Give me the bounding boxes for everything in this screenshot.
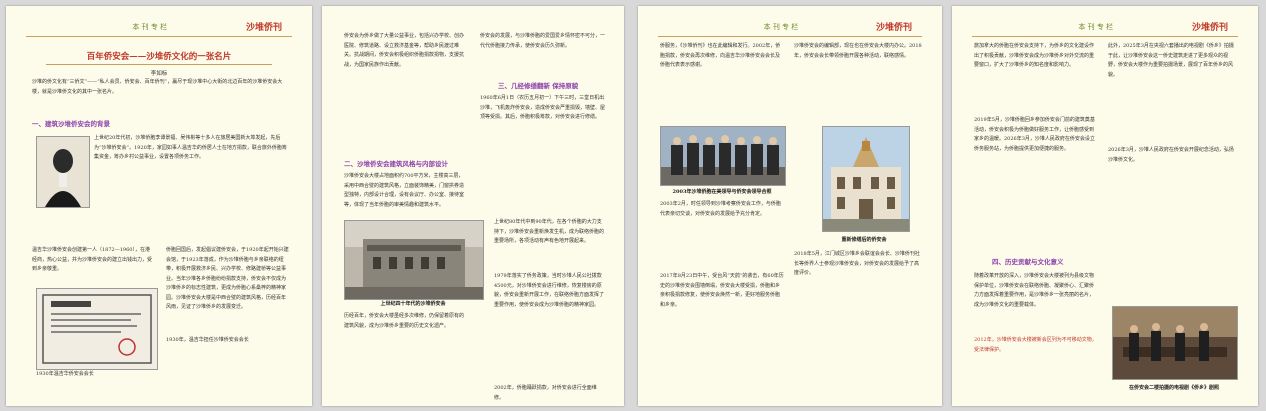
- drama-still-caption: 在侨安会二楼拍摄的电视剧《侨乡》剧照: [1128, 385, 1219, 391]
- p3-text-1: 侨服务，《沙堆侨刊》也在此编辑和发行。2002年，侨胞捐款，侨安会再次维修，向温…: [660, 43, 781, 68]
- journal-name: 沙堆侨刊: [1191, 23, 1228, 33]
- journal-name: 沙堆侨刊: [245, 23, 282, 33]
- new-building-image: [823, 127, 909, 231]
- caption-text: 1930年，温吉华担任沙堆侨安会会长: [166, 337, 249, 343]
- title-divider: [46, 64, 272, 65]
- p2-text-7: 1979年落实了侨务政策，当时沙堆人民公社拨款4500元，对沙堆侨安会进行维修，…: [494, 273, 605, 308]
- drama-still-image: [1113, 307, 1237, 379]
- portrait-image: [37, 137, 89, 207]
- page-1: 本 刊 专 栏 沙堆侨刊 百年侨安会——沙堆侨文化的一张名片 李如标 沙堆的侨文…: [6, 6, 312, 406]
- p2-text-5: 1960年6月1日（农历五月初一）下午三时，三堂日机出沙堆，飞机轰炸侨安会，造成…: [480, 95, 606, 120]
- building-photo-old: [344, 220, 484, 300]
- p4-text-3: 随着改革开放的深入，沙堆侨安会大楼被列为县级文物保护单位，沙堆侨安会在联络侨胞、…: [974, 273, 1095, 308]
- p4-right-1: 此外，2025年3月在央视六套播出的电视剧《侨乡》拍摄于此，让沙堆侨安会这一侨史…: [1108, 43, 1234, 78]
- certificate-image: [37, 289, 157, 369]
- page-4: 本 刊 专 栏 沙堆侨刊 旅加拿大的侨胞在侨安会支持下，为侨乡的文化建设作出了积…: [952, 6, 1258, 406]
- p2-text-2: 沙堆侨安会大楼占地面积约700平方米，主楼高三层，采用中西合璧的建筑风格，立面装…: [344, 173, 465, 208]
- p3-right-1: 沙堆侨安会的编辑部，现在也在侨安会大楼内办公。2018年，侨安会会长带领侨胞开展…: [794, 43, 922, 59]
- section-heading-3: 三、几经修缮翻新 保持原貌: [498, 82, 579, 90]
- p4-right-2: 2026年3月，沙堆人民政府在侨安会开展纪念活动，弘扬沙堆侨文化。: [1108, 147, 1234, 163]
- building-photo-new: [822, 126, 910, 232]
- drama-still-photo: [1112, 306, 1238, 380]
- p2-text-6: 上世纪80年代中到90年代，在各个侨胞的大力支持下，沙堆侨安会重新焕发生机，成为…: [494, 219, 605, 244]
- certificate-photo: [36, 288, 158, 370]
- p3-text-2: 2003年2月，时任领导到沙堆考察侨安会工作，与侨胞代表亲切交谈，对侨安会的发展…: [660, 201, 781, 217]
- journal-name: 沙堆侨刊: [875, 23, 912, 33]
- p3-text-3: 2017年8月23日中午，受台风“天鸽”的袭击，有60年历史的沙堆侨安会围墙倒塌…: [660, 273, 784, 308]
- section-heading-1: 一、建筑沙堆侨安会的背景: [32, 120, 110, 128]
- article-author: 李如标: [150, 71, 168, 77]
- p4-text-1: 旅加拿大的侨胞在侨安会支持下，为侨乡的文化建设作出了积极贡献，沙堆侨安会成为沙堆…: [974, 43, 1095, 68]
- column-name: 本 刊 专 栏: [132, 23, 168, 31]
- section-heading-2: 二、沙堆侨安会建筑风格与内部设计: [344, 160, 448, 168]
- portrait-photo: [36, 136, 90, 208]
- page-header: 本 刊 专 栏 沙堆侨刊: [658, 22, 922, 37]
- page-header: 本 刊 专 栏 沙堆侨刊: [972, 22, 1238, 37]
- section-heading-4: 四、历史贡献与文化意义: [992, 258, 1064, 266]
- page-header: 本 刊 专 栏 沙堆侨刊: [26, 22, 292, 37]
- p2-text-4: 侨安会的发展，与沙堆侨胞的爱国爱乡情怀密不可分，一代代侨胞接力传承，使侨安会历久…: [480, 33, 606, 49]
- page-2: 侨安会为侨乡做了大量公益事业，包括兴办学校、创办医院、修筑道路、设立救济基金等，…: [322, 6, 624, 406]
- p2-text-8: 2002年，侨胞踊跃捐款，对侨安会进行全面维修。: [494, 385, 597, 401]
- p2-text-3: 历经百年，侨安会大楼虽经多次维修，仍保留着原有的建筑风貌，成为沙堆侨乡重要的历史…: [344, 313, 465, 329]
- article-title: 百年侨安会——沙堆侨文化的一张名片: [86, 52, 232, 62]
- p2-text-1: 侨安会为侨乡做了大量公益事业，包括兴办学校、创办医院、修筑道路、设立救济基金等，…: [344, 33, 465, 68]
- old-building-image: [345, 221, 483, 299]
- p4-text-2: 2019年5月，沙堆侨胞回乡参加侨安会门前的建筑奠基活动，侨安会积极为侨胞做好服…: [974, 117, 1095, 152]
- column-name: 本 刊 专 栏: [763, 23, 799, 31]
- new-building-caption: 重新修缮后的侨安会: [841, 237, 887, 243]
- group-photo: [660, 126, 786, 186]
- right-text-block: 侨胞回国后，发起倡议建侨安会，于1920年起开始兴建会馆，于1923年落成，作为…: [166, 247, 289, 310]
- side-note: 温吉华沙堆侨安会创建第一人（1872—1960），在港经商，热心公益，并为沙堆侨…: [32, 247, 152, 272]
- intro-paragraph: 沙堆的侨文化有“三侨文”——“私人会员、侨安会、百年侨刊”，赢尽于现沙堆中心大街…: [32, 79, 283, 95]
- old-building-caption: 上世纪四十年代的沙堆侨安会: [380, 301, 446, 307]
- highlight-note: 2012年，沙堆侨安会大楼被新会区列为不可移动文物，受法律保护。: [974, 337, 1097, 353]
- group-image: [661, 127, 785, 185]
- page-3: 本 刊 专 栏 沙堆侨刊 侨服务，《沙堆侨刊》也在此编辑和发行。2002年，侨胞…: [638, 6, 942, 406]
- column-name: 本 刊 专 栏: [1078, 23, 1114, 31]
- p3-right-2: 2018年5月，江门城区沙堆乡会联谊会会长、沙堆侨刊社长等侨界人士参观沙堆侨安会…: [794, 251, 920, 276]
- left-text-block: 上世纪20年代初，沙堆侨胞李谭景福、吴伟彬等十多人在旅居美国新大埠发起，先后为“…: [94, 135, 287, 160]
- group-photo-caption: 2003年沙堆侨胞在美领导与侨安会领导合照: [672, 189, 772, 195]
- caption-under-photo: 1930年温吉华侨安会会长: [36, 371, 94, 377]
